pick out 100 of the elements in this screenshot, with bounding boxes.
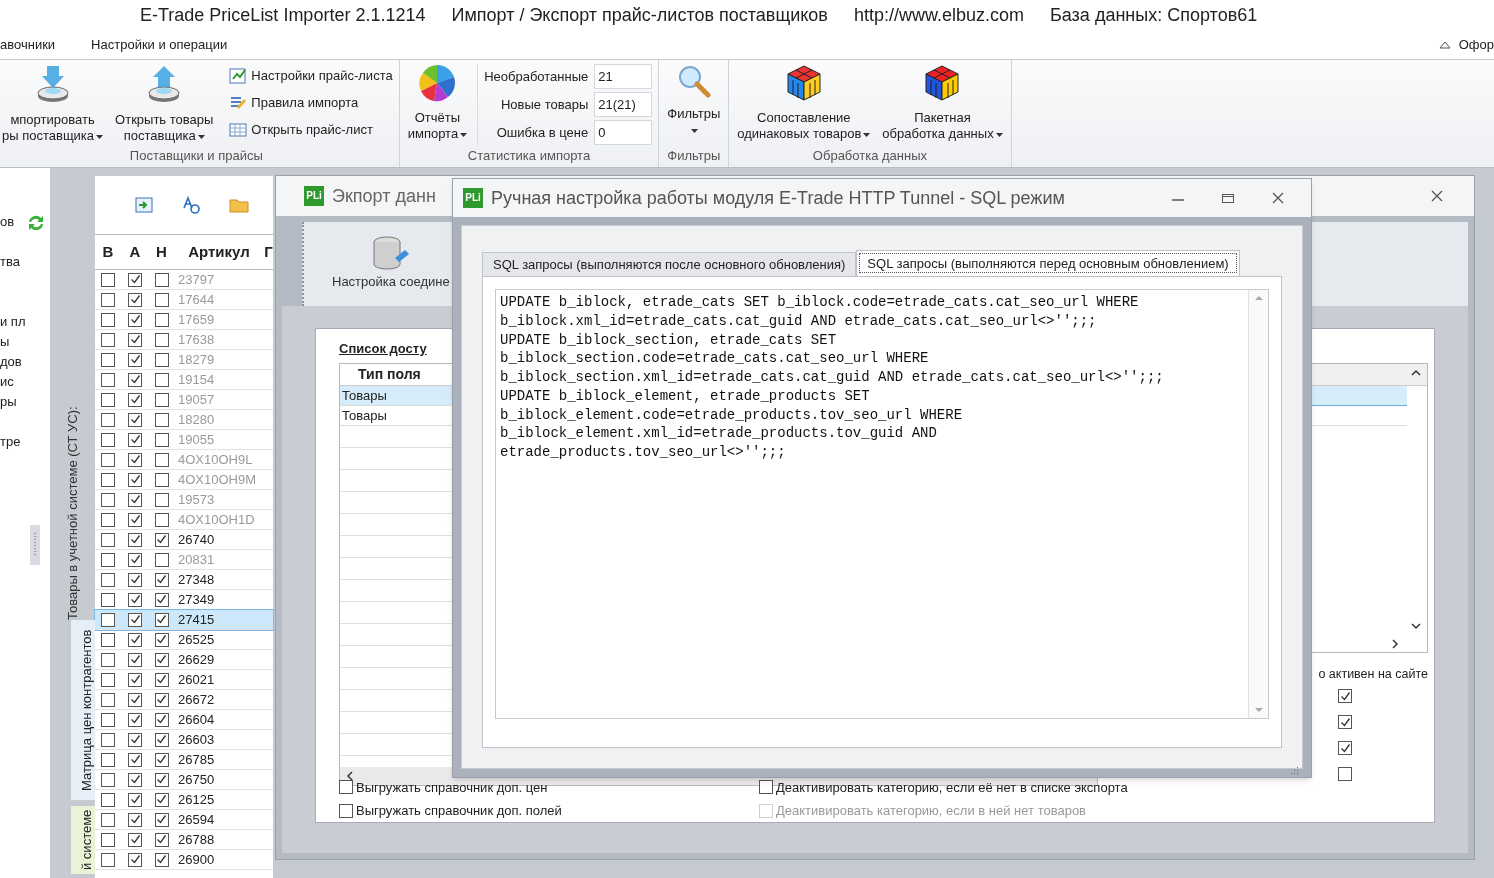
checkbox[interactable] bbox=[154, 832, 169, 847]
checkbox[interactable] bbox=[154, 652, 169, 667]
checkbox[interactable] bbox=[101, 652, 115, 667]
table-row[interactable]: 26125 bbox=[95, 790, 273, 810]
checkbox[interactable] bbox=[101, 672, 115, 687]
option-checkbox[interactable]: Выгружать справочник доп. полей bbox=[339, 801, 759, 821]
toolbar-button[interactable]: Настройка соедине bbox=[332, 236, 450, 292]
ribbon-button[interactable]: Сопоставление одинаковых товаров bbox=[735, 64, 873, 142]
checkbox[interactable] bbox=[101, 612, 115, 627]
checkbox[interactable] bbox=[101, 272, 115, 287]
column-header[interactable]: Г bbox=[264, 240, 273, 264]
checkbox[interactable] bbox=[128, 732, 142, 747]
checkbox[interactable] bbox=[101, 712, 115, 727]
side-tab[interactable]: й системе bbox=[70, 806, 95, 874]
ribbon-button[interactable]: Настройки прайс-листа bbox=[229, 66, 393, 86]
checkbox[interactable] bbox=[128, 532, 142, 547]
ribbon-button[interactable]: Пакетная обработка данных bbox=[880, 64, 1005, 142]
checkbox[interactable] bbox=[101, 512, 115, 527]
checkbox[interactable] bbox=[128, 512, 142, 527]
table-row[interactable]: 26594 bbox=[95, 810, 273, 830]
checkbox[interactable] bbox=[154, 572, 169, 587]
checkbox[interactable] bbox=[101, 792, 115, 807]
checkbox[interactable] bbox=[154, 792, 169, 807]
checkbox[interactable] bbox=[101, 572, 115, 587]
scroll-down-icon[interactable] bbox=[1411, 621, 1421, 630]
checkbox[interactable] bbox=[154, 552, 169, 567]
sort-letters-icon[interactable] bbox=[181, 196, 201, 214]
checkbox[interactable] bbox=[128, 812, 142, 827]
menu-tab[interactable]: Настройки и операции bbox=[91, 34, 228, 55]
checkbox[interactable] bbox=[128, 552, 142, 567]
checkbox[interactable] bbox=[154, 452, 169, 467]
table-row[interactable]: 26740 bbox=[95, 530, 273, 550]
table-row[interactable]: 26629 bbox=[95, 650, 273, 670]
checkbox[interactable] bbox=[101, 772, 115, 787]
tab[interactable]: SQL запросы (выполняются перед основным обновлением) bbox=[856, 250, 1240, 276]
checkbox[interactable] bbox=[128, 772, 142, 787]
checkbox[interactable] bbox=[128, 392, 142, 407]
checkbox[interactable] bbox=[154, 812, 169, 827]
checkbox[interactable] bbox=[101, 812, 115, 827]
table-row[interactable]: 27415 bbox=[95, 610, 273, 630]
checkbox[interactable] bbox=[128, 332, 142, 347]
checkbox[interactable] bbox=[154, 492, 169, 507]
checkbox[interactable] bbox=[101, 392, 115, 407]
checkbox[interactable] bbox=[128, 612, 142, 627]
checkbox[interactable] bbox=[154, 272, 169, 287]
checkbox[interactable] bbox=[128, 372, 142, 387]
tab[interactable]: SQL запросы (выполняются после основного обновления) bbox=[482, 252, 857, 276]
checkbox[interactable] bbox=[128, 292, 142, 307]
checkbox[interactable] bbox=[101, 632, 115, 647]
table-row[interactable]: 26750 bbox=[95, 770, 273, 790]
table-row[interactable]: 26672 bbox=[95, 690, 273, 710]
checkbox[interactable] bbox=[128, 592, 142, 607]
checkbox[interactable] bbox=[128, 352, 142, 367]
checkbox[interactable] bbox=[154, 852, 169, 867]
checkbox[interactable] bbox=[154, 512, 169, 527]
arrow-in-box-icon[interactable] bbox=[135, 197, 153, 213]
checkbox[interactable] bbox=[1338, 741, 1352, 756]
resize-grip-icon[interactable] bbox=[1291, 766, 1299, 774]
checkbox[interactable] bbox=[154, 712, 169, 727]
maximize-icon[interactable] bbox=[1221, 191, 1235, 205]
ribbon-button[interactable]: Отчёты импорта bbox=[405, 64, 470, 142]
checkbox[interactable] bbox=[154, 292, 169, 307]
checkbox[interactable] bbox=[154, 592, 169, 607]
checkbox[interactable] bbox=[154, 692, 169, 707]
checkbox[interactable] bbox=[154, 672, 169, 687]
checkbox[interactable] bbox=[101, 372, 115, 387]
checkbox[interactable] bbox=[101, 292, 115, 307]
option-checkbox[interactable]: Выгружать справочник доп. цен bbox=[339, 777, 759, 797]
checkbox[interactable] bbox=[128, 652, 142, 667]
checkbox[interactable] bbox=[128, 712, 142, 727]
refresh-icon[interactable] bbox=[26, 213, 46, 233]
checkbox[interactable] bbox=[101, 592, 115, 607]
checkbox[interactable] bbox=[128, 492, 142, 507]
table-row[interactable]: 27348 bbox=[95, 570, 273, 590]
checkbox[interactable] bbox=[128, 412, 142, 427]
scroll-left-icon[interactable] bbox=[346, 770, 354, 781]
column-header[interactable]: Артикул bbox=[174, 240, 264, 264]
checkbox[interactable] bbox=[101, 412, 115, 427]
checkbox[interactable] bbox=[101, 352, 115, 367]
checkbox[interactable] bbox=[154, 772, 169, 787]
checkbox[interactable] bbox=[154, 752, 169, 767]
checkbox[interactable] bbox=[128, 312, 142, 327]
checkbox[interactable] bbox=[101, 472, 115, 487]
checkbox[interactable] bbox=[128, 852, 142, 867]
checkbox[interactable] bbox=[128, 832, 142, 847]
table-row[interactable]: 26785 bbox=[95, 750, 273, 770]
checkbox[interactable] bbox=[339, 780, 353, 795]
checkbox[interactable] bbox=[154, 532, 169, 547]
checkbox[interactable] bbox=[1338, 689, 1352, 704]
checkbox[interactable] bbox=[128, 792, 142, 807]
table-row[interactable]: 26900 bbox=[95, 850, 273, 870]
ribbon-button[interactable]: Фильтры bbox=[665, 64, 723, 138]
column-header[interactable]: Н bbox=[149, 240, 174, 264]
grip-handle-icon[interactable] bbox=[30, 525, 40, 565]
table-row[interactable]: 26021 bbox=[95, 670, 273, 690]
menu-tab[interactable]: авочники bbox=[0, 34, 92, 55]
checkbox[interactable] bbox=[101, 752, 115, 767]
checkbox[interactable] bbox=[128, 752, 142, 767]
checkbox[interactable] bbox=[128, 632, 142, 647]
checkbox[interactable] bbox=[154, 472, 169, 487]
